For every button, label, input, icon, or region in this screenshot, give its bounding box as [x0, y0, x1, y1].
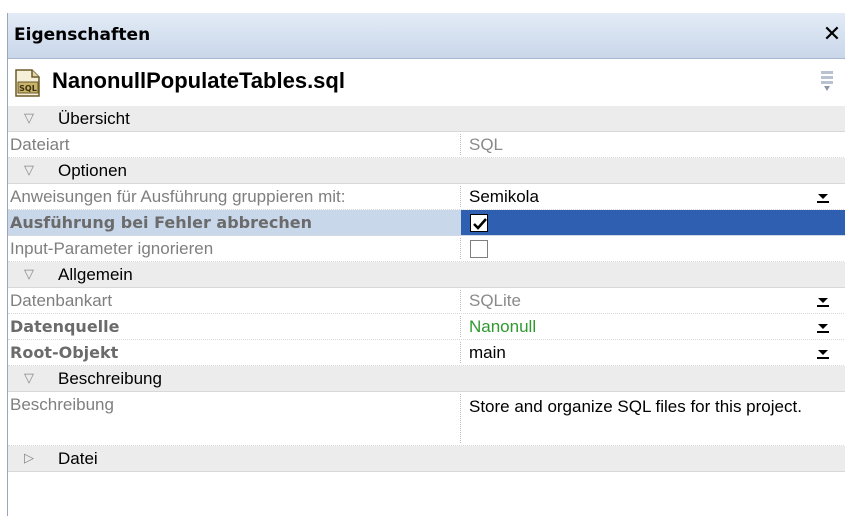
- section-label: Übersicht: [58, 109, 130, 128]
- property-label: Beschreibung: [10, 395, 114, 414]
- property-value-select[interactable]: Semikola: [469, 187, 539, 207]
- ignorieren-checkbox[interactable]: [470, 240, 488, 258]
- column-divider: [460, 290, 461, 311]
- property-label: Dateiart: [10, 135, 70, 154]
- panel-title: Eigenschaften: [14, 25, 151, 45]
- property-value-select[interactable]: main: [469, 343, 506, 363]
- property-label: Root-Objekt: [10, 343, 119, 362]
- collapsed-triangle-icon[interactable]: ▷: [24, 451, 34, 466]
- dropdown-arrow-icon[interactable]: [814, 293, 832, 309]
- section-beschreibung[interactable]: ▽ Beschreibung: [8, 366, 845, 392]
- svg-text:SQL: SQL: [19, 84, 37, 93]
- column-divider: [460, 134, 461, 155]
- column-divider: [460, 316, 461, 337]
- property-row-beschreibung[interactable]: Beschreibung Store and organize SQL file…: [8, 392, 845, 446]
- column-divider: [460, 238, 461, 259]
- dropdown-arrow-icon[interactable]: [814, 319, 832, 335]
- sql-file-icon: SQL: [15, 69, 40, 97]
- property-label: Anweisungen für Ausführung gruppieren mi…: [10, 187, 346, 206]
- expand-triangle-icon[interactable]: ▽: [24, 267, 34, 282]
- column-divider: [460, 342, 461, 363]
- column-divider: [460, 186, 461, 207]
- property-value-select[interactable]: Nanonull: [469, 317, 536, 337]
- file-name: NanonullPopulateTables.sql: [52, 68, 345, 93]
- property-label: Datenbankart: [10, 291, 113, 310]
- section-ubersicht[interactable]: ▽ Übersicht: [8, 106, 845, 132]
- dropdown-arrow-icon[interactable]: [814, 345, 832, 361]
- expand-triangle-icon[interactable]: ▽: [24, 371, 34, 386]
- property-label: Ausführung bei Fehler abbrechen: [10, 213, 312, 232]
- sort-categories-icon[interactable]: [820, 70, 834, 92]
- dropdown-arrow-icon[interactable]: [814, 189, 832, 205]
- file-header: SQL NanonullPopulateTables.sql: [8, 60, 845, 106]
- section-optionen[interactable]: ▽ Optionen: [8, 158, 845, 184]
- checkmark-icon: [473, 218, 487, 230]
- property-row-datenquelle[interactable]: Datenquelle Nanonull: [8, 314, 845, 340]
- section-datei[interactable]: ▷ Datei: [8, 446, 845, 472]
- abbrechen-checkbox[interactable]: [470, 214, 488, 232]
- properties-panel: Eigenschaften ✕ SQL NanonullPopulateTabl…: [7, 13, 845, 516]
- property-row-ignorieren[interactable]: Input-Parameter ignorieren: [8, 236, 845, 262]
- property-row-datenbankart[interactable]: Datenbankart SQLite: [8, 288, 845, 314]
- property-row-rootobjekt[interactable]: Root-Objekt main: [8, 340, 845, 366]
- section-allgemein[interactable]: ▽ Allgemein: [8, 262, 845, 288]
- section-label: Allgemein: [58, 265, 133, 284]
- section-label: Beschreibung: [58, 369, 162, 388]
- property-value: SQL: [469, 135, 504, 154]
- property-label: Input-Parameter ignorieren: [10, 239, 214, 258]
- panel-title-bar: Eigenschaften ✕: [8, 13, 845, 59]
- property-row-gruppieren[interactable]: Anweisungen für Ausführung gruppieren mi…: [8, 184, 845, 210]
- section-label: Datei: [58, 449, 98, 468]
- description-text-field[interactable]: Store and organize SQL files for this pr…: [469, 395, 829, 419]
- section-label: Optionen: [58, 161, 127, 180]
- property-label: Datenquelle: [10, 317, 120, 336]
- property-value-select[interactable]: SQLite: [469, 291, 521, 311]
- close-icon[interactable]: ✕: [820, 22, 844, 48]
- expand-triangle-icon[interactable]: ▽: [24, 163, 34, 178]
- property-row-dateiart[interactable]: Dateiart SQL: [8, 132, 845, 158]
- selected-value-cell: [461, 210, 845, 235]
- property-row-abbrechen[interactable]: Ausführung bei Fehler abbrechen: [8, 210, 845, 236]
- column-divider: [460, 394, 461, 443]
- expand-triangle-icon[interactable]: ▽: [24, 111, 34, 126]
- property-grid: ▽ Übersicht Dateiart SQL ▽ Optionen Anwe…: [8, 106, 845, 472]
